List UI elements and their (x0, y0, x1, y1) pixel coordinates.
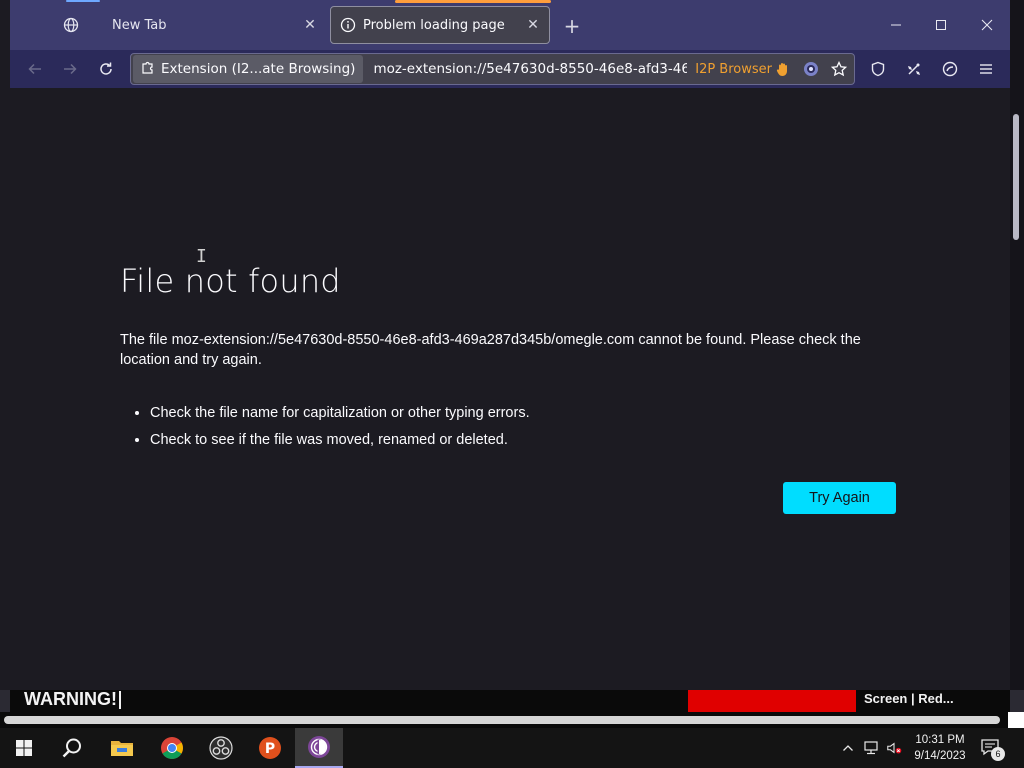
clock-time: 10:31 PM (915, 734, 965, 746)
search-icon[interactable] (48, 728, 96, 768)
url-text[interactable]: moz-extension://5e47630d-8550-46e8-afd3-… (373, 61, 687, 77)
chrome-icon[interactable] (148, 728, 196, 768)
scrollbar-corner (1008, 712, 1024, 728)
try-again-button[interactable]: Try Again (783, 482, 896, 514)
error-page-content: I File not found The file moz-extension:… (10, 88, 1019, 690)
close-tab-icon[interactable]: ✕ (521, 13, 545, 37)
tab-title: New Tab (112, 17, 167, 33)
red-banner (688, 690, 856, 712)
new-tab-plus-icon[interactable]: + (560, 14, 584, 38)
taskbar: P 10:31 PM 9/14/2023 6 (0, 728, 1024, 768)
file-explorer-icon[interactable] (98, 728, 146, 768)
forward-arrow-icon[interactable] (55, 54, 85, 84)
obs-icon[interactable] (197, 728, 245, 768)
horizontal-scrollbar[interactable] (0, 712, 1024, 728)
tab-new-tab[interactable]: New Tab ✕ (50, 0, 326, 44)
minimize-icon[interactable] (876, 10, 916, 40)
volume-muted-icon[interactable] (886, 740, 902, 756)
close-window-icon[interactable] (967, 10, 1007, 40)
stream-overlay: WARNING! Screen | Red... (10, 689, 1010, 712)
navigation-toolbar: Extension (I2...ate Browsing) moz-extens… (10, 50, 1010, 88)
globe-icon (62, 16, 80, 34)
close-tab-icon[interactable]: ✕ (298, 13, 322, 37)
backdrop-left (0, 0, 10, 690)
list-item: Check the file name for capitalization o… (150, 400, 910, 427)
tab-strip: New Tab ✕ Problem loading page ✕ + (10, 0, 1010, 50)
i2p-hand-icon[interactable] (772, 58, 794, 80)
clock-date: 9/14/2023 (914, 750, 966, 762)
page-title: File not found (120, 262, 341, 300)
bookmark-star-icon[interactable] (828, 58, 850, 80)
warning-label: WARNING! (24, 689, 121, 710)
tor-browser-icon[interactable] (295, 728, 343, 768)
error-description: The file moz-extension://5e47630d-8550-4… (120, 332, 861, 368)
horizontal-scrollbar-thumb[interactable] (4, 716, 1000, 724)
list-item: Check to see if the file was moved, rena… (150, 427, 910, 454)
shield-icon[interactable] (863, 54, 893, 84)
system-clock[interactable]: 10:31 PM 9/14/2023 (906, 732, 974, 764)
svg-text:P: P (265, 741, 275, 757)
network-icon[interactable] (863, 740, 879, 756)
identity-label: Extension (I2...ate Browsing) (161, 61, 356, 77)
suggestion-list: Check the file name for capitalization o… (120, 400, 910, 454)
back-arrow-icon[interactable] (20, 54, 50, 84)
chevron-up-icon[interactable] (840, 740, 856, 756)
tab-title: Problem loading page (363, 17, 505, 33)
url-bar[interactable]: Extension (I2...ate Browsing) moz-extens… (130, 53, 855, 85)
ticker-text: Screen | Red... (864, 691, 954, 706)
extension-identity-box[interactable]: Extension (I2...ate Browsing) (133, 55, 364, 83)
tab-indicator (66, 0, 100, 2)
vertical-scrollbar[interactable] (1013, 114, 1019, 240)
windows-start-icon[interactable] (0, 728, 48, 768)
reload-icon[interactable] (91, 54, 121, 84)
noscript-icon[interactable] (899, 54, 929, 84)
i2p-browser-label: I2P Browser (695, 61, 772, 77)
backdrop-right (1010, 0, 1024, 690)
notification-count-badge: 6 (991, 747, 1005, 761)
maximize-icon[interactable] (921, 10, 961, 40)
psiphon-icon[interactable]: P (246, 728, 294, 768)
i2p-extension-icon[interactable] (935, 54, 965, 84)
extension-globe-icon[interactable] (800, 58, 822, 80)
info-icon (339, 16, 357, 34)
puzzle-piece-icon (141, 60, 155, 78)
tab-indicator (395, 0, 551, 3)
menu-hamburger-icon[interactable] (971, 54, 1001, 84)
tab-problem-loading-page[interactable]: Problem loading page ✕ (330, 0, 551, 44)
